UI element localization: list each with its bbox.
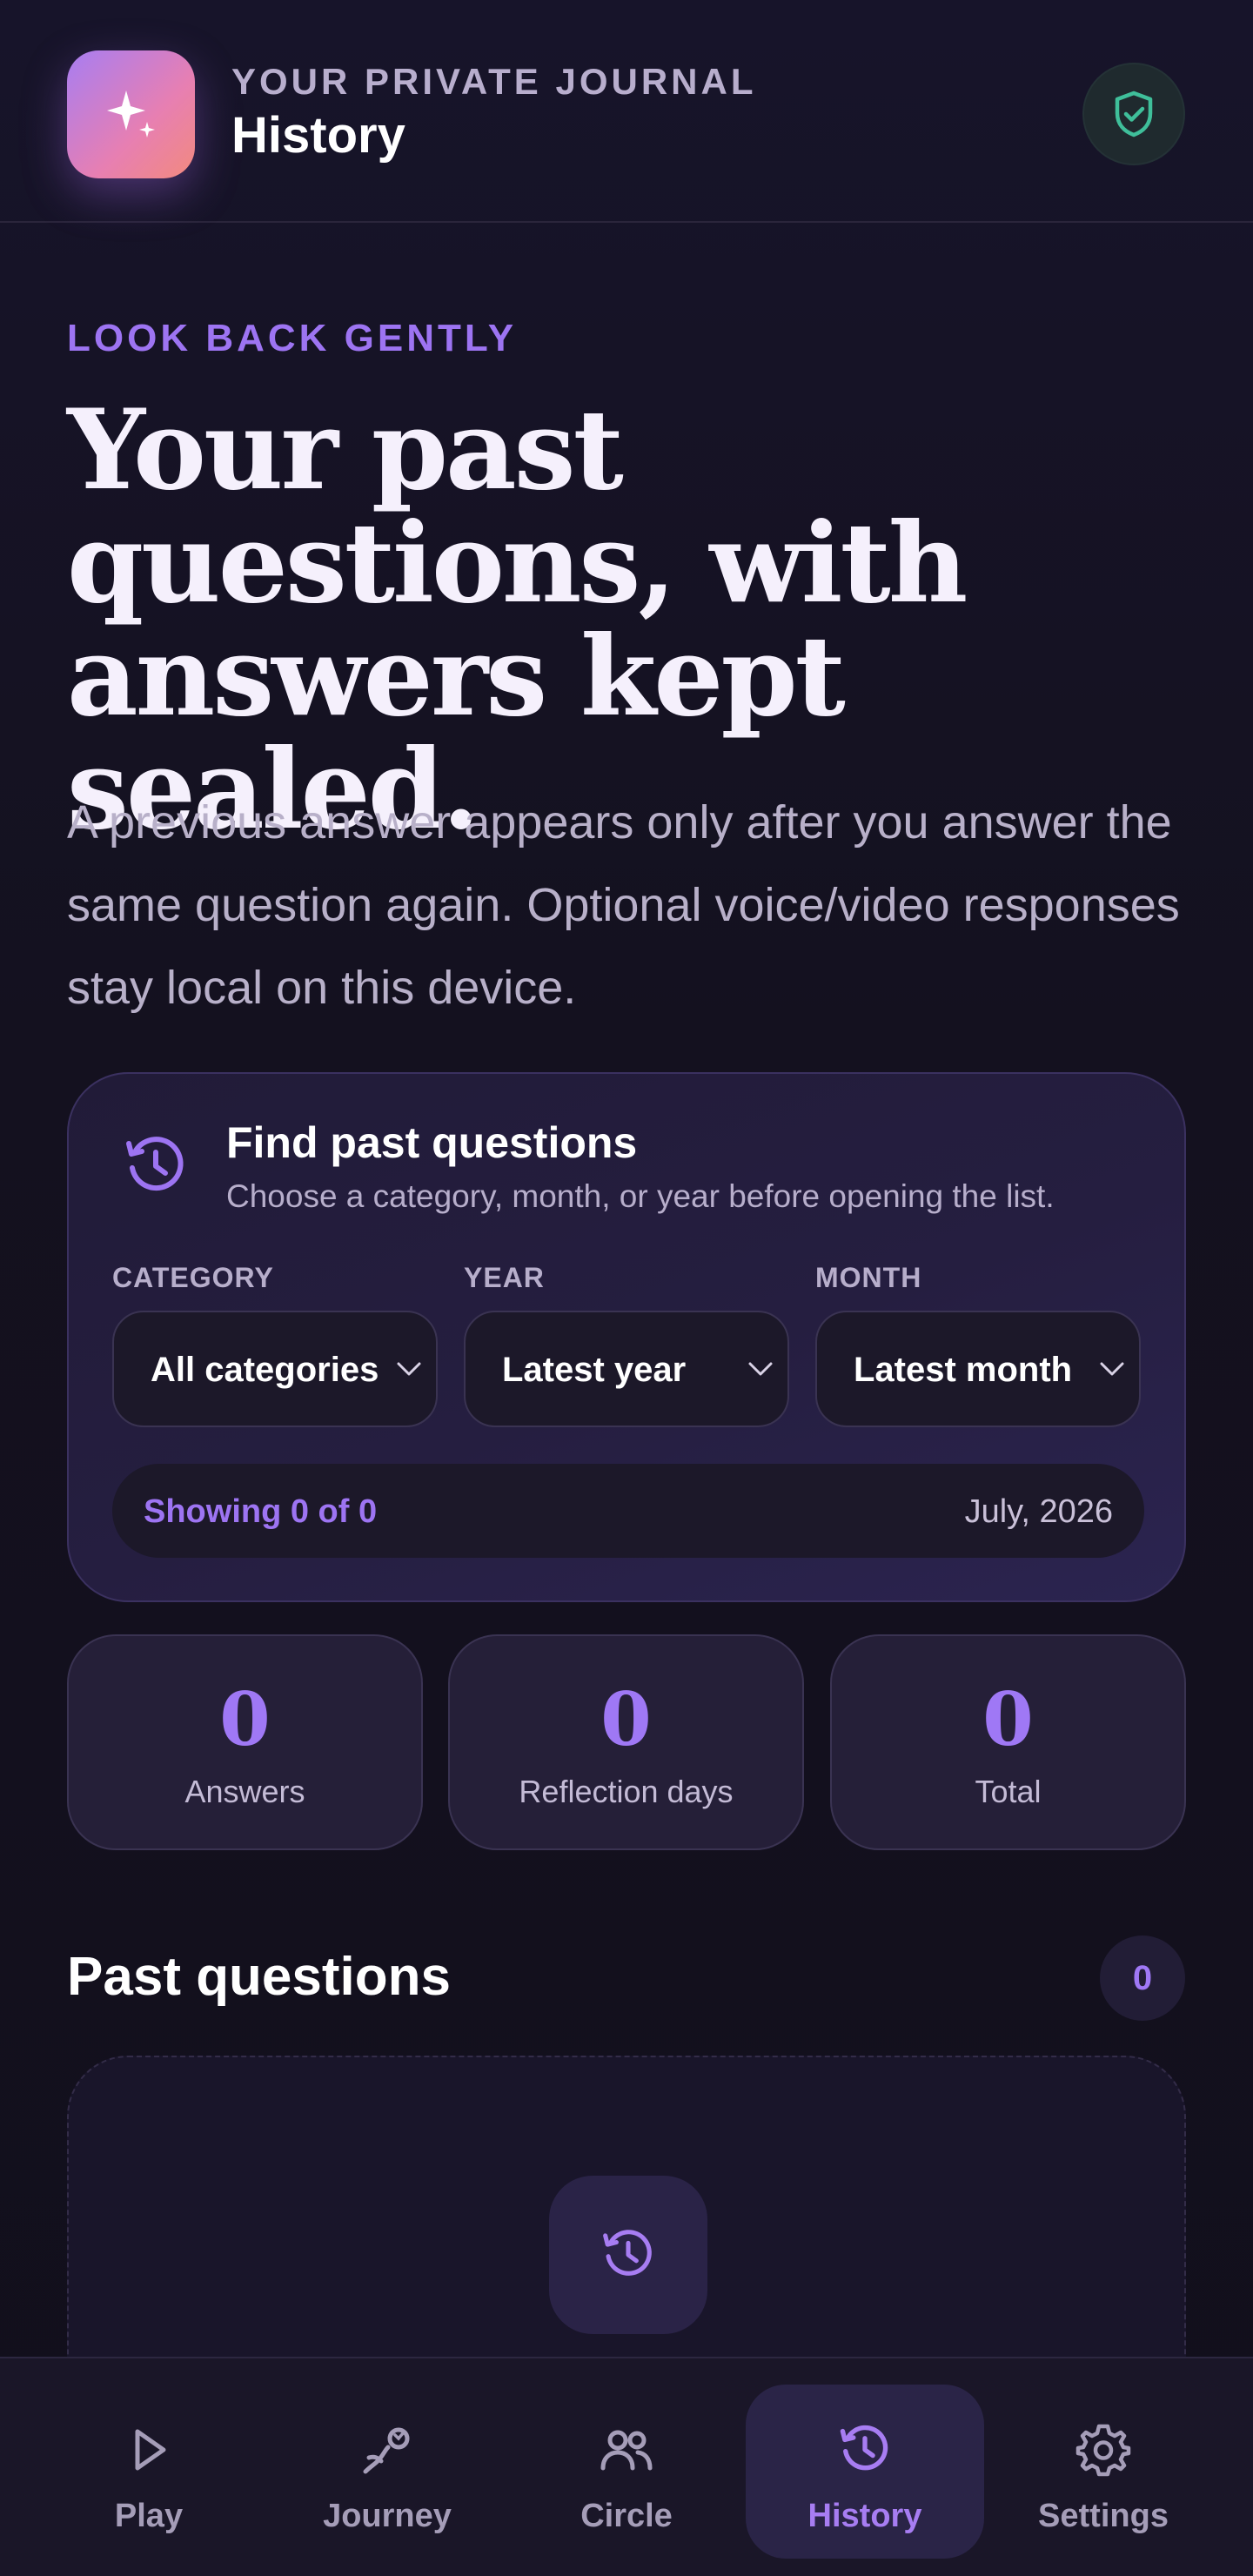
nav-label: Journey xyxy=(323,2498,452,2534)
year-select-value: Latest year xyxy=(502,1351,687,1389)
results-count: Showing 0 of 0 xyxy=(144,1493,378,1530)
history-icon xyxy=(840,2425,888,2471)
chevron-down-icon xyxy=(1100,1362,1124,1376)
nav-journey[interactable]: Journey xyxy=(268,2385,506,2559)
journey-icon xyxy=(363,2427,410,2474)
app-kicker: YOUR PRIVATE JOURNAL xyxy=(231,61,757,102)
nav-settings[interactable]: Settings xyxy=(984,2385,1223,2559)
stat-total: 0 Total xyxy=(830,1634,1186,1850)
stat-label: Answers xyxy=(184,1774,305,1809)
nav-label: History xyxy=(807,2498,922,2534)
past-questions-title: Past questions xyxy=(67,1947,451,2007)
results-status-bar: Showing 0 of 0 July, 2026 xyxy=(112,1464,1144,1558)
chevron-down-icon xyxy=(397,1362,421,1376)
hero-description: A previous answer appears only after you… xyxy=(67,796,1180,1014)
category-select-value: All categories xyxy=(151,1351,379,1389)
privacy-button[interactable] xyxy=(1082,63,1185,165)
shield-check-icon xyxy=(1115,91,1153,138)
filter-card: Find past questions Choose a category, m… xyxy=(67,1072,1186,1602)
people-icon xyxy=(600,2430,653,2471)
nav-label: Settings xyxy=(1038,2498,1169,2534)
stat-value: 0 xyxy=(219,1676,271,1762)
nav-play[interactable]: Play xyxy=(30,2385,268,2559)
gear-icon xyxy=(1075,2424,1131,2477)
hero-title: Your past questions, with answers kept s… xyxy=(67,386,968,854)
results-date: July, 2026 xyxy=(964,1493,1113,1530)
month-select[interactable]: Latest month xyxy=(815,1311,1141,1427)
bottom-nav: Play Journey Circle History Settings xyxy=(0,2357,1253,2576)
nav-circle[interactable]: Circle xyxy=(507,2385,746,2559)
eyebrow-label: LOOK BACK GENTLY xyxy=(67,317,518,359)
history-icon xyxy=(126,1137,184,1191)
sparkle-icon xyxy=(106,90,155,138)
nav-label: Play xyxy=(114,2498,184,2534)
year-select[interactable]: Latest year xyxy=(464,1311,789,1427)
history-icon xyxy=(603,2230,652,2276)
page-title: History xyxy=(231,107,405,164)
category-label: CATEGORY xyxy=(112,1262,274,1293)
stat-label: Total xyxy=(975,1774,1042,1809)
stat-reflection-days: 0 Reflection days xyxy=(448,1634,804,1850)
stat-label: Reflection days xyxy=(519,1774,734,1809)
stat-value: 0 xyxy=(600,1676,652,1762)
year-label: YEAR xyxy=(464,1262,545,1293)
app-header: YOUR PRIVATE JOURNAL History xyxy=(0,0,1253,223)
history-screen: YOUR PRIVATE JOURNAL History LOOK BACK G… xyxy=(0,0,1253,2576)
app-logo xyxy=(67,50,195,178)
empty-state-icon-wrap xyxy=(549,2176,707,2334)
play-icon xyxy=(135,2429,166,2471)
month-label: MONTH xyxy=(815,1262,922,1293)
nav-label: Circle xyxy=(580,2498,673,2534)
category-select[interactable]: All categories xyxy=(112,1311,438,1427)
stat-value: 0 xyxy=(982,1676,1034,1762)
chevron-down-icon xyxy=(748,1362,773,1376)
filter-title: Find past questions xyxy=(226,1118,638,1167)
nav-history[interactable]: History xyxy=(746,2385,984,2559)
stat-answers: 0 Answers xyxy=(67,1634,423,1850)
filter-subtitle: Choose a category, month, or year before… xyxy=(226,1178,1055,1214)
past-questions-count-badge: 0 xyxy=(1100,1935,1185,2021)
month-select-value: Latest month xyxy=(854,1351,1073,1389)
